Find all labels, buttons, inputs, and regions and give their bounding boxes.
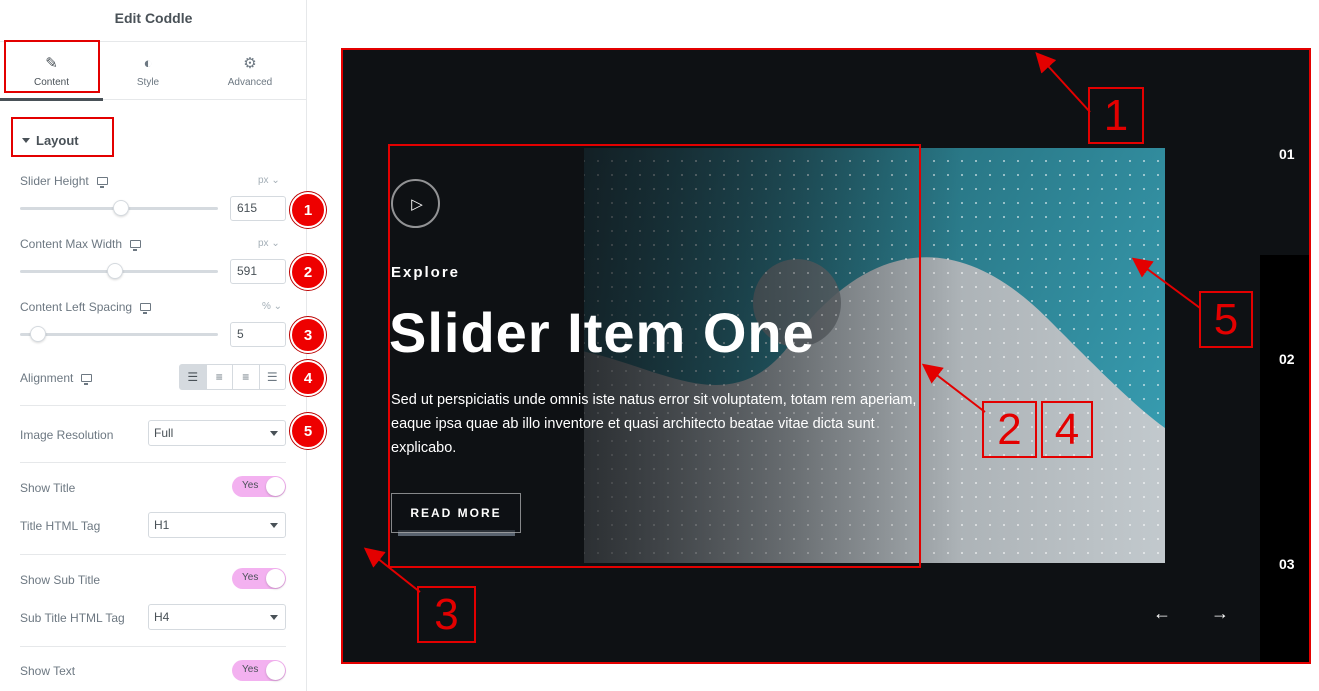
slider-height-unit[interactable]: px ⌄ <box>258 175 280 186</box>
content-max-width-unit-text: px <box>258 238 269 249</box>
callout-1: 1 <box>1088 87 1144 144</box>
desktop-icon[interactable] <box>96 177 108 188</box>
dropdown-arrow-icon <box>270 615 278 620</box>
gear-icon: ⚙ <box>243 55 257 72</box>
align-justify-button[interactable]: ☰ <box>260 365 286 389</box>
slider-height-text: Slider Height <box>20 174 89 188</box>
sub-title-tag-label: Sub Title HTML Tag <box>20 611 125 625</box>
slider-height-unit-text: px <box>258 175 269 186</box>
slider-height-label: Slider Height <box>20 174 108 188</box>
annotation-badge-3: 3 <box>290 317 326 353</box>
annotation-badge-4: 4 <box>290 360 326 396</box>
divider <box>20 405 286 406</box>
align-right-button[interactable]: ≡ <box>233 365 260 389</box>
toggle-knob <box>266 569 285 588</box>
content-left-spacing-unit-text: % <box>262 301 271 312</box>
show-text-toggle[interactable]: Yes <box>232 660 286 681</box>
show-sub-title-toggle[interactable]: Yes <box>232 568 286 589</box>
alignment-choices: ☰ ≡ ≡ ☰ <box>179 364 286 390</box>
show-title-toggle[interactable]: Yes <box>232 476 286 497</box>
sub-title-tag-select[interactable]: H4 <box>148 604 286 630</box>
tab-style-label: Style <box>136 77 160 88</box>
content-tab-highlight <box>4 40 100 93</box>
layout-section-label: Layout <box>36 133 79 148</box>
content-left-spacing-track[interactable] <box>20 333 218 336</box>
callout-5: 5 <box>1199 291 1253 348</box>
callout-4: 4 <box>1041 401 1093 458</box>
show-title-toggle-text: Yes <box>242 480 259 491</box>
show-text-toggle-text: Yes <box>242 664 259 675</box>
desktop-icon[interactable] <box>81 374 93 385</box>
contrast-icon: ◐ <box>143 55 153 72</box>
panel-title: Edit Coddle <box>0 0 307 42</box>
slide-nav-item-02[interactable]: 02 <box>1279 351 1309 367</box>
toggle-knob <box>266 477 285 496</box>
tab-advanced-label: Advanced <box>227 77 273 88</box>
content-area-highlight <box>388 144 921 568</box>
editor-panel: Edit Coddle ✎ Content ◐ Style ⚙ Advanced… <box>0 0 326 691</box>
tab-style[interactable]: ◐ Style <box>103 42 193 100</box>
alignment-text: Alignment <box>20 371 74 385</box>
annotation-badge-2: 2 <box>290 254 326 290</box>
layout-section-toggle[interactable]: Layout <box>22 133 79 148</box>
content-left-spacing-label: Content Left Spacing <box>20 300 152 314</box>
align-right-icon: ≡ <box>242 370 250 384</box>
next-arrow-icon[interactable]: → <box>1211 603 1229 624</box>
align-center-icon: ≡ <box>215 370 223 384</box>
show-text-label: Show Text <box>20 664 76 678</box>
prev-arrow-icon[interactable]: ← <box>1153 603 1171 624</box>
sub-title-tag-value: H4 <box>154 610 170 624</box>
content-max-width-handle[interactable] <box>107 263 124 279</box>
slider-height-input[interactable]: 615 <box>230 196 286 221</box>
title-tag-value: H1 <box>154 518 170 532</box>
show-title-label: Show Title <box>20 481 76 495</box>
content-left-spacing-input[interactable]: 5 <box>230 322 286 347</box>
content-left-spacing-handle[interactable] <box>29 326 46 342</box>
title-tag-label: Title HTML Tag <box>20 519 101 533</box>
content-max-width-unit[interactable]: px ⌄ <box>258 238 280 249</box>
content-left-spacing-unit[interactable]: % ⌄ <box>262 301 282 312</box>
dropdown-arrow-icon <box>270 523 278 528</box>
align-left-button[interactable]: ☰ <box>180 365 207 389</box>
align-left-icon: ☰ <box>187 370 199 384</box>
desktop-icon[interactable] <box>140 303 152 314</box>
align-center-button[interactable]: ≡ <box>207 365 233 389</box>
divider <box>20 554 286 555</box>
content-max-width-text: Content Max Width <box>20 237 123 251</box>
dropdown-arrow-icon <box>270 431 278 436</box>
title-tag-select[interactable]: H1 <box>148 512 286 538</box>
desktop-icon[interactable] <box>130 240 142 251</box>
callout-3: 3 <box>417 586 476 643</box>
slide-nav-item-03[interactable]: 03 <box>1279 556 1309 572</box>
tab-advanced[interactable]: ⚙ Advanced <box>200 42 300 100</box>
content-max-width-input[interactable]: 591 <box>230 259 286 284</box>
content-max-width-label: Content Max Width <box>20 237 142 251</box>
slider-height-handle[interactable] <box>113 200 130 216</box>
alignment-label: Alignment <box>20 371 93 385</box>
annotation-badge-1: 1 <box>290 192 326 228</box>
show-sub-title-toggle-text: Yes <box>242 572 259 583</box>
content-left-spacing-text: Content Left Spacing <box>20 300 133 314</box>
image-resolution-select[interactable]: Full <box>148 420 286 446</box>
image-resolution-value: Full <box>154 426 174 440</box>
divider <box>20 646 286 647</box>
annotation-badge-5: 5 <box>290 413 326 449</box>
slide-nav-item-01[interactable]: 01 <box>1279 146 1309 162</box>
callout-2: 2 <box>982 401 1037 458</box>
toggle-knob <box>266 661 285 680</box>
caret-down-icon <box>22 138 30 143</box>
divider <box>20 462 286 463</box>
show-sub-title-label: Show Sub Title <box>20 573 101 587</box>
image-resolution-label: Image Resolution <box>20 428 114 442</box>
align-justify-icon: ☰ <box>266 370 278 384</box>
